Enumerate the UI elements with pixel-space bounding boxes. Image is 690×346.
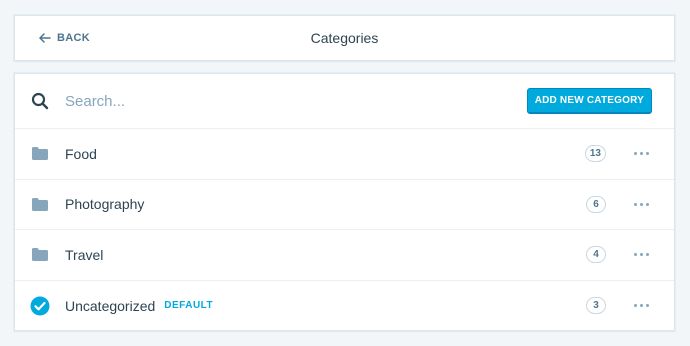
add-new-category-button[interactable]: ADD NEW CATEGORY bbox=[526, 88, 652, 114]
default-badge: DEFAULT bbox=[164, 300, 214, 312]
more-options-icon[interactable] bbox=[630, 144, 652, 164]
folder-icon bbox=[29, 143, 51, 165]
more-options-icon[interactable] bbox=[630, 245, 652, 265]
search-bar: ADD NEW CATEGORY bbox=[15, 74, 674, 129]
category-row-uncategorized[interactable]: Uncategorized DEFAULT 3 bbox=[15, 281, 674, 332]
category-row-food[interactable]: Food 13 bbox=[15, 129, 674, 180]
category-name: Food bbox=[65, 145, 97, 162]
header-card: BACK Categories bbox=[14, 15, 675, 61]
checkmark-circle-icon bbox=[29, 295, 51, 317]
search-icon[interactable] bbox=[29, 90, 51, 112]
post-count-badge: 3 bbox=[586, 297, 606, 315]
more-options-icon[interactable] bbox=[630, 194, 652, 214]
search-input[interactable] bbox=[65, 86, 527, 116]
more-options-icon[interactable] bbox=[630, 296, 652, 316]
post-count-badge: 4 bbox=[586, 246, 606, 264]
back-button[interactable]: BACK bbox=[39, 16, 90, 60]
arrow-left-icon bbox=[39, 33, 51, 43]
categories-list-card: ADD NEW CATEGORY Food 13 Photography 6 T… bbox=[14, 73, 675, 331]
post-count-badge: 6 bbox=[586, 195, 606, 213]
post-count-badge: 13 bbox=[584, 145, 606, 163]
category-row-travel[interactable]: Travel 4 bbox=[15, 230, 674, 281]
category-name: Travel bbox=[65, 246, 104, 263]
back-label: BACK bbox=[57, 32, 90, 44]
category-row-photography[interactable]: Photography 6 bbox=[15, 180, 674, 230]
category-name: Photography bbox=[65, 196, 145, 213]
category-name: Uncategorized bbox=[65, 297, 156, 314]
folder-icon bbox=[29, 193, 51, 215]
folder-icon bbox=[29, 244, 51, 266]
page-title: Categories bbox=[310, 30, 379, 46]
